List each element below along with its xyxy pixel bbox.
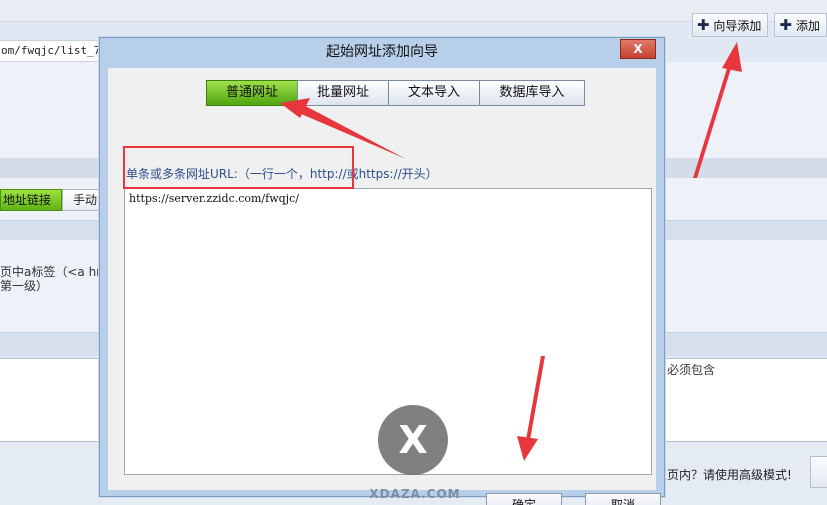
close-button[interactable]: X — [620, 39, 656, 59]
tab-address-links[interactable]: 地址链接 — [0, 189, 62, 211]
dialog-title: 起始网址添加向导 — [326, 44, 438, 60]
start-url-list-item[interactable]: om/fwqjc/list_7_ — [0, 40, 110, 62]
ok-button[interactable]: 确定 — [486, 493, 562, 505]
wizard-add-button[interactable]: ✚ 向导添加 — [691, 13, 769, 37]
tab-normal-url[interactable]: 普通网址 — [206, 80, 298, 106]
plus-icon: ✚ — [696, 15, 710, 34]
tab-database-import[interactable]: 数据库导入 — [479, 80, 585, 106]
url-textarea-value: https://server.zzidc.com/fwqjc/ — [129, 192, 299, 205]
wizard-add-label: 向导添加 — [713, 18, 762, 33]
rule-textarea-left[interactable] — [0, 358, 100, 442]
add-button[interactable]: ✚ 添加 — [774, 13, 827, 37]
watermark-logo: X — [378, 405, 448, 475]
plus-icon: ✚ — [779, 15, 792, 34]
must-contain-label: 必须包含 — [667, 363, 716, 377]
watermark-text: XDAZA.COM — [369, 487, 461, 501]
top-toolbar: ✚ 向导添加 ✚ 添加 — [691, 13, 827, 37]
url-source-tabs: 普通网址 批量网址 文本导入 数据库导入 — [206, 80, 592, 106]
url-highlight-box — [123, 146, 354, 189]
advanced-mode-hint: 表页内？请使用高级模式! — [655, 468, 792, 482]
advanced-mode-button[interactable] — [810, 456, 827, 488]
add-label: 添加 — [795, 18, 820, 33]
tab-batch-url[interactable]: 批量网址 — [297, 80, 389, 106]
tab-text-import[interactable]: 文本导入 — [388, 80, 480, 106]
cancel-button[interactable]: 取消 — [585, 493, 661, 505]
link-rule-note: 页中a标签（<a hr 第一级） — [0, 265, 100, 293]
watermark-glyph: X — [398, 418, 428, 462]
close-icon: X — [633, 42, 643, 56]
